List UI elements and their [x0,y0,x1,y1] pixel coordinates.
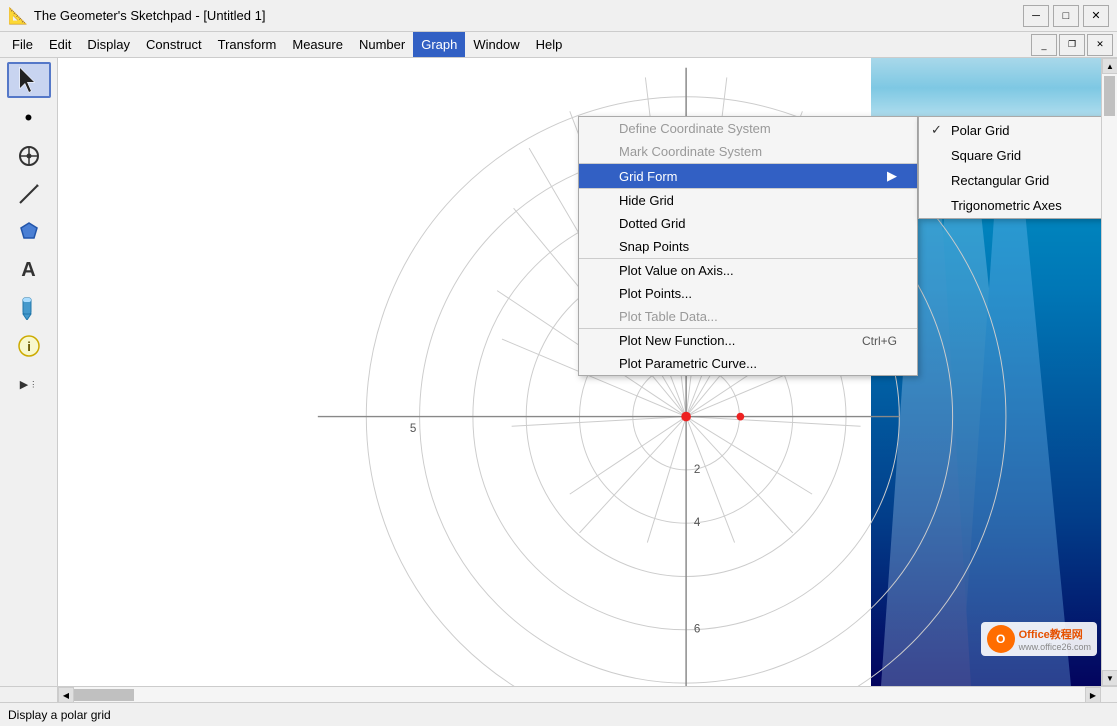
menu-file[interactable]: File [4,32,41,57]
menu-plot-table[interactable]: Plot Table Data... [579,305,917,328]
tool-line[interactable] [7,176,51,212]
horizontal-scroll-area: ◀ ▶ [0,686,1117,702]
scroll-right-button[interactable]: ▶ [1085,687,1101,703]
tool-compass[interactable] [7,138,51,174]
graph-menu-section1: Define Coordinate System Mark Coordinate… [579,117,917,164]
submenu-polar-grid[interactable]: ✓ Polar Grid [919,117,1101,143]
maximize-button[interactable]: □ [1053,5,1079,27]
tool-select[interactable] [7,62,51,98]
office-text: Office教程网 [1019,626,1091,642]
menu-graph[interactable]: Graph [413,32,465,57]
canvas-area[interactable]: .grid-circle { fill: none; stroke: #ccc;… [58,58,1101,686]
office-url: www.office26.com [1019,642,1091,652]
menu-dotted-grid[interactable]: Dotted Grid [579,212,917,235]
horizontal-scrollbar[interactable]: ◀ ▶ [58,686,1101,702]
menu-display[interactable]: Display [79,32,138,57]
scroll-thumb-vertical[interactable] [1104,76,1115,116]
doc-minimize-button[interactable]: _ [1031,34,1057,56]
menu-mark-coordinate[interactable]: Mark Coordinate System [579,140,917,163]
graph-menu-section4: Plot Value on Axis... Plot Points... Plo… [579,259,917,329]
tool-text[interactable]: A [7,252,51,288]
title-bar: 📐 The Geometer's Sketchpad - [Untitled 1… [0,0,1117,32]
main-area: • A [0,58,1117,686]
menu-plot-function[interactable]: Plot New Function... Ctrl+G [579,329,917,352]
graph-menu-section3: Hide Grid Dotted Grid Snap Points [579,189,917,259]
tool-marker[interactable] [7,290,51,326]
tool-polygon[interactable] [7,214,51,250]
doc-restore-button[interactable]: ❐ [1059,34,1085,56]
svg-text:i: i [27,339,31,354]
scroll-left-button[interactable]: ◀ [58,687,74,703]
office-badge: O Office教程网 www.office26.com [981,622,1097,656]
menu-number[interactable]: Number [351,32,413,57]
menu-measure[interactable]: Measure [284,32,351,57]
label-yn4: 4 [694,516,701,529]
office-icon: O [987,625,1015,653]
menu-plot-points[interactable]: Plot Points... [579,282,917,305]
menu-plot-value[interactable]: Plot Value on Axis... [579,259,917,282]
tool-info[interactable]: i [7,328,51,364]
grid-form-submenu: ✓ Polar Grid Square Grid Rectangular Gri… [918,116,1101,219]
label-yn6: 6 [694,623,700,636]
menu-help[interactable]: Help [528,32,571,57]
tool-custom[interactable]: ▶⋮ [7,366,51,402]
submenu-trig-axes[interactable]: Trigonometric Axes [919,193,1101,218]
scroll-up-button[interactable]: ▲ [1102,58,1117,74]
scroll-track-vertical[interactable] [1102,74,1117,670]
scroll-thumb-horizontal[interactable] [74,689,134,701]
scroll-track-horizontal[interactable] [74,687,1085,702]
menu-edit[interactable]: Edit [41,32,79,57]
status-bar: Display a polar grid [0,702,1117,726]
menu-snap-points[interactable]: Snap Points [579,235,917,258]
tool-point[interactable]: • [7,100,51,136]
submenu-rectangular-grid[interactable]: Rectangular Grid [919,168,1101,193]
minimize-button[interactable]: ─ [1023,5,1049,27]
app-icon: 📐 [8,6,28,26]
label-yn2: 2 [694,463,700,476]
menu-window[interactable]: Window [465,32,527,57]
center-point [681,412,691,422]
label-xn5: 5 [410,422,416,435]
graph-menu-section2: Grid Form ▶ [579,164,917,189]
vertical-scrollbar[interactable]: ▲ ▼ [1101,58,1117,686]
menu-hide-grid[interactable]: Hide Grid [579,189,917,212]
toolbar: • A [0,58,58,686]
menu-plot-parametric[interactable]: Plot Parametric Curve... [579,352,917,375]
scroll-down-button[interactable]: ▼ [1102,670,1117,686]
menu-bar: File Edit Display Construct Transform Me… [0,32,1117,58]
x-axis-point [737,413,745,421]
graph-dropdown-menu: Define Coordinate System Mark Coordinate… [578,116,918,376]
submenu-square-grid[interactable]: Square Grid [919,143,1101,168]
menu-transform[interactable]: Transform [210,32,285,57]
menu-construct[interactable]: Construct [138,32,210,57]
close-button[interactable]: ✕ [1083,5,1109,27]
polar-grid-check-icon: ✓ [931,122,951,138]
submenu-arrow-icon: ▶ [887,168,897,184]
app-title: The Geometer's Sketchpad - [Untitled 1] [34,8,266,23]
doc-close-button[interactable]: ✕ [1087,34,1113,56]
graph-menu-section5: Plot New Function... Ctrl+G Plot Paramet… [579,329,917,375]
scroll-corner [1101,686,1117,702]
menu-define-coordinate[interactable]: Define Coordinate System [579,117,917,140]
menu-grid-form[interactable]: Grid Form ▶ [579,164,917,188]
